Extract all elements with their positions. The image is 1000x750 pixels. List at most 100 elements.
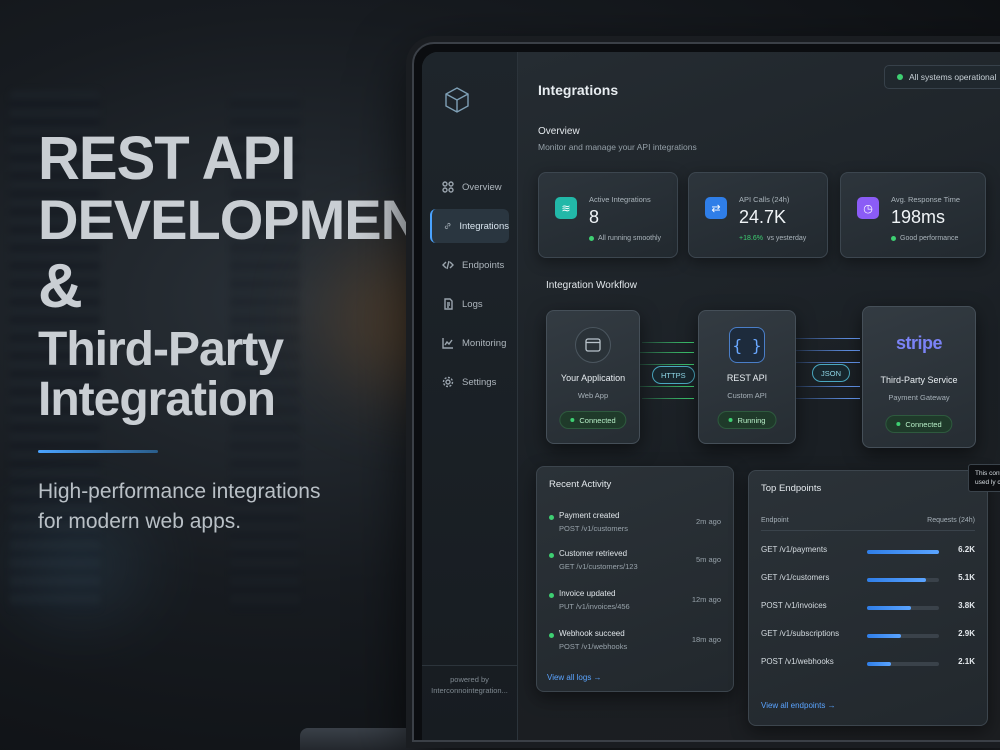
node-status-badge: Running bbox=[717, 411, 777, 429]
code-icon bbox=[442, 260, 454, 270]
stat-subtext: +18.6% vs yesterday bbox=[739, 235, 806, 242]
https-label: HTTPS bbox=[652, 366, 695, 384]
panel-title: Top Endpoints bbox=[761, 483, 822, 494]
request-bar-fill bbox=[867, 606, 911, 610]
table-row[interactable]: POST /v1/invoices 3.8K bbox=[761, 601, 975, 617]
stat-value: 198ms bbox=[891, 207, 946, 227]
data-stream-line bbox=[638, 386, 694, 387]
view-all-logs-link[interactable]: View all logs → bbox=[547, 673, 602, 682]
list-item[interactable]: Webhook succeed POST /v1/webhooks 18m ag… bbox=[549, 629, 721, 665]
sidebar-item-monitoring[interactable]: Monitoring bbox=[430, 326, 509, 360]
hero-ampersand: & bbox=[38, 252, 83, 321]
stat-card-api-calls[interactable]: ⇄ API Calls (24h) 24.7K +18.6% vs yesterd… bbox=[688, 172, 828, 258]
activity-path: PUT /v1/invoices/456 bbox=[559, 602, 630, 611]
stat-value: 8 bbox=[589, 207, 600, 227]
endpoint-name: GET /v1/subscriptions bbox=[761, 629, 840, 638]
stat-subtext-label: vs yesterday bbox=[766, 235, 807, 242]
view-all-endpoints-link[interactable]: View all endpoints → bbox=[761, 701, 836, 710]
stat-subtext: Good performance bbox=[891, 235, 958, 242]
sidebar-item-overview[interactable]: Overview bbox=[430, 170, 509, 204]
request-bar-fill bbox=[867, 662, 892, 666]
activity-time: 5m ago bbox=[695, 555, 721, 564]
sidebar-item-label: Monitoring bbox=[462, 337, 507, 349]
request-count: 6.2K bbox=[958, 545, 975, 554]
stat-subtext-label: Good performance bbox=[900, 235, 959, 242]
node-status-label: Connected bbox=[579, 415, 616, 425]
endpoint-name: POST /v1/invoices bbox=[761, 601, 827, 610]
activity-path: GET /v1/customers/123 bbox=[559, 562, 638, 571]
stat-subtext-label: All running smoothly bbox=[598, 235, 662, 242]
window-icon-glyph bbox=[585, 338, 601, 352]
workflow-node-your-application[interactable]: Your Application Web App Connected bbox=[546, 310, 640, 444]
data-stream-line bbox=[640, 364, 694, 365]
braces-icon: { } bbox=[729, 327, 765, 363]
system-status-text: All systems operational bbox=[909, 72, 997, 82]
stat-label: API Calls (24h) bbox=[739, 195, 790, 204]
table-row[interactable]: POST /v1/webhooks 2.1K bbox=[761, 657, 975, 673]
data-stream-line bbox=[796, 398, 860, 399]
sidebar-item-settings[interactable]: Settings bbox=[430, 365, 509, 399]
sidebar-item-label: Overview bbox=[462, 181, 502, 193]
activity-time: 12m ago bbox=[691, 595, 721, 604]
hero-tagline-line2: for modern web apps. bbox=[38, 510, 242, 533]
list-item[interactable]: Invoice updated PUT /v1/invoices/456 12m… bbox=[549, 589, 721, 625]
status-dot-icon bbox=[896, 422, 901, 426]
sidebar-item-label: Settings bbox=[462, 376, 497, 388]
sidebar-item-logs[interactable]: Logs bbox=[430, 287, 509, 321]
table-row[interactable]: GET /v1/customers 5.1K bbox=[761, 573, 975, 589]
stat-label: Active Integrations bbox=[589, 195, 651, 204]
stat-change: +18.6% bbox=[739, 235, 763, 242]
sidebar-item-endpoints[interactable]: Endpoints bbox=[430, 248, 509, 282]
hero-title-line4: Integration bbox=[38, 373, 276, 426]
status-dot-icon bbox=[549, 515, 554, 520]
powered-by: powered by Interconnointegration... bbox=[422, 665, 517, 696]
hero-title-line1: REST API bbox=[38, 124, 296, 193]
top-endpoints-panel: Top Endpoints Endpoint Requests (24h) GE… bbox=[748, 470, 988, 726]
main-content: Integrations All systems operational Ove… bbox=[518, 52, 1000, 740]
endpoint-name: GET /v1/customers bbox=[761, 573, 830, 582]
system-status-badge: All systems operational bbox=[884, 65, 1000, 89]
table-row[interactable]: GET /v1/subscriptions 2.9K bbox=[761, 629, 975, 645]
stat-card-response-time[interactable]: ◷ Avg. Response Time 198ms Good performa… bbox=[840, 172, 986, 258]
sidebar-item-integrations[interactable]: Integrations bbox=[430, 209, 509, 243]
node-subtitle: Web App bbox=[577, 391, 609, 400]
grid-icon bbox=[442, 181, 454, 193]
status-dot-icon bbox=[891, 236, 896, 241]
status-dot-icon bbox=[589, 236, 594, 241]
workflow-node-third-party[interactable]: stripe Third-Party Service Payment Gatew… bbox=[862, 306, 976, 448]
node-subtitle: Payment Gateway bbox=[888, 393, 950, 402]
status-dot-icon bbox=[728, 418, 733, 422]
request-count: 2.9K bbox=[958, 629, 975, 638]
stat-card-active-integrations[interactable]: ≋ Active Integrations 8 All running smoo… bbox=[538, 172, 678, 258]
data-stream-line bbox=[796, 338, 860, 339]
hero: REST API DEVELOPMENT & Third-Party Integ… bbox=[38, 124, 454, 537]
clock-icon: ◷ bbox=[857, 197, 879, 219]
request-bar-fill bbox=[867, 578, 927, 582]
column-header-requests: Requests (24h) bbox=[927, 517, 975, 524]
stat-subtext: All running smoothly bbox=[589, 235, 661, 242]
sidebar-nav: Overview Integrations Endpoints Logs Mon… bbox=[430, 170, 509, 404]
table-row[interactable]: GET /v1/payments 6.2K bbox=[761, 545, 975, 561]
sidebar-item-label: Logs bbox=[462, 298, 483, 310]
powered-by-label: powered by bbox=[450, 675, 489, 684]
endpoint-name: POST /v1/webhooks bbox=[761, 657, 834, 666]
data-stream-line bbox=[636, 352, 694, 353]
stat-label: Avg. Response Time bbox=[891, 195, 961, 204]
hero-divider bbox=[38, 450, 158, 453]
hero-tagline-line1: High-performance integrations bbox=[38, 480, 321, 503]
workflow-node-rest-api[interactable]: { } REST API Custom API Running bbox=[698, 310, 796, 444]
request-bar bbox=[867, 550, 939, 554]
request-bar bbox=[867, 662, 939, 666]
hero-tagline: High-performance integrations for modern… bbox=[38, 477, 418, 537]
activity-title: Invoice updated bbox=[559, 589, 616, 598]
activity-time: 18m ago bbox=[691, 635, 721, 644]
stripe-logo: stripe bbox=[895, 333, 943, 353]
request-count: 2.1K bbox=[958, 657, 975, 666]
window-icon bbox=[575, 327, 611, 363]
list-item[interactable]: Customer retrieved GET /v1/customers/123… bbox=[549, 549, 721, 585]
column-header-endpoint: Endpoint bbox=[761, 517, 789, 524]
request-bar-fill bbox=[867, 550, 939, 554]
list-item[interactable]: Payment created POST /v1/customers 2m ag… bbox=[549, 511, 721, 547]
document-icon bbox=[444, 298, 453, 310]
activity-path: POST /v1/customers bbox=[559, 524, 629, 533]
